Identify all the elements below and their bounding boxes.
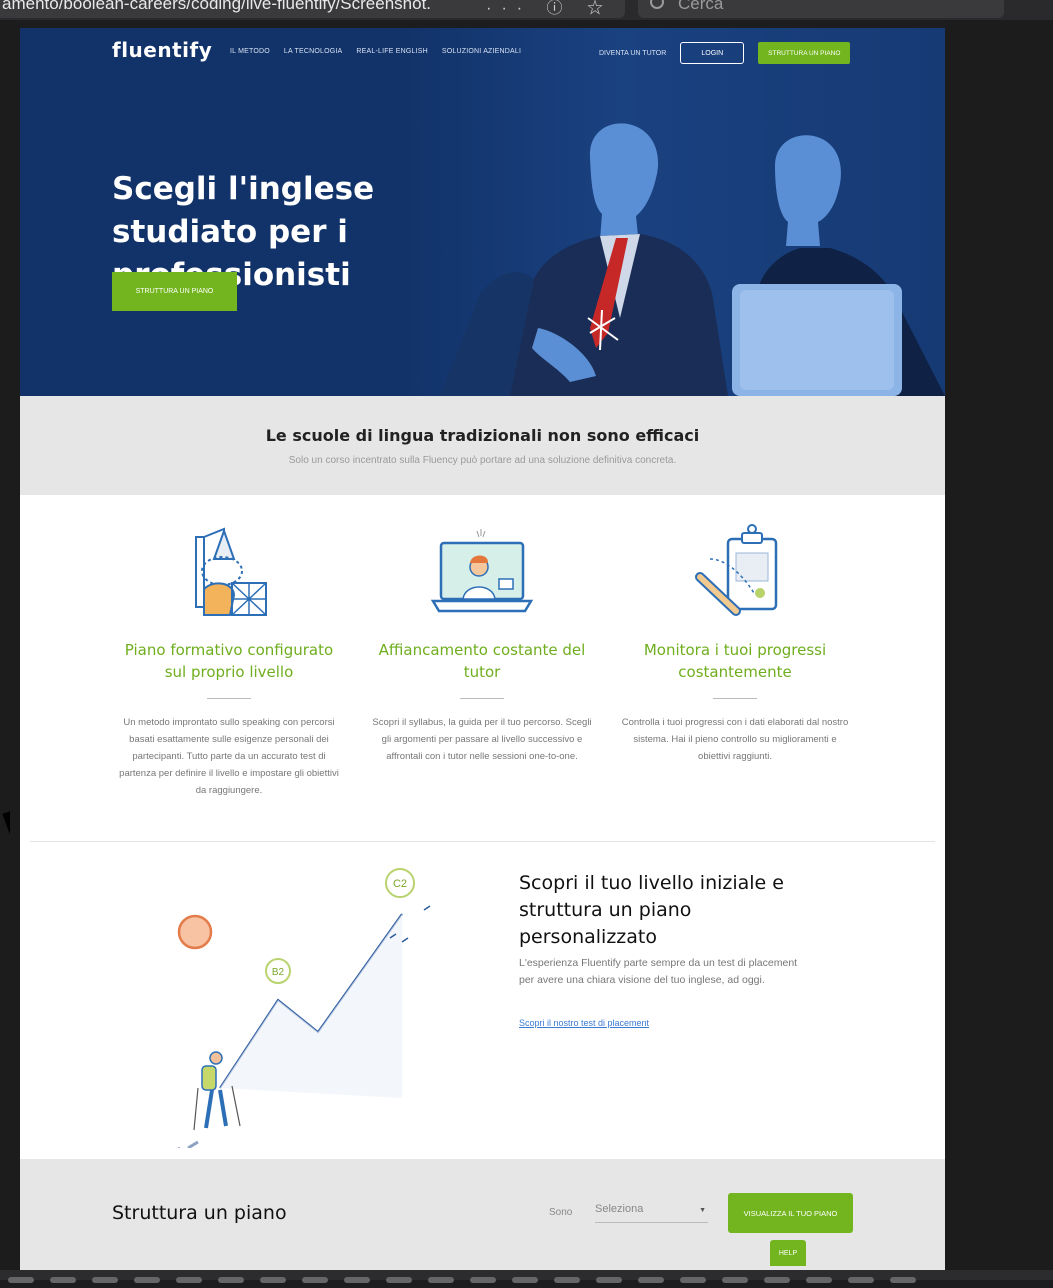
sono-label: Sono (549, 1207, 573, 1218)
scaffold-icon (195, 527, 267, 616)
right-gutter (945, 20, 1053, 1270)
level-title: Scopri il tuo livello iniziale e struttu… (519, 872, 784, 948)
mountain-climb-illustration: B2 C2 (177, 868, 431, 1148)
nav-item-tecnologia[interactable]: LA TECNOLOGIA (284, 48, 343, 55)
badge-b2: B2 (272, 967, 285, 978)
search-icon (650, 0, 664, 9)
placement-test-link[interactable]: Scopri il nostro test di placement (519, 1018, 649, 1028)
browser-toolbar: amento/boolean-careers/coding/live-fluen… (0, 0, 1053, 20)
nav-item-metodo[interactable]: IL METODO (230, 48, 270, 55)
login-button[interactable]: LOGIN (680, 42, 745, 64)
role-select-value: Seleziona (595, 1203, 644, 1215)
address-url: amento/boolean-careers/coding/live-fluen… (2, 0, 432, 13)
section-divider (30, 841, 935, 842)
hero-plan-button[interactable]: STRUTTURA UN PIANO (112, 272, 237, 311)
intro-section: Le scuole di lingua tradizionali non son… (20, 396, 945, 495)
features-section: Piano formativo configurato sul proprio … (20, 495, 945, 840)
feature-divider (460, 698, 504, 699)
feature-divider (713, 698, 757, 699)
nav-item-soluzioni-aziendali[interactable]: SOLUZIONI AZIENDALI (442, 48, 521, 55)
feature-description: Controlla i tuoi progressi con i dati el… (621, 717, 849, 762)
plan-title: Struttura un piano (112, 1202, 287, 1224)
intro-title: Le scuole di lingua tradizionali non son… (265, 426, 700, 445)
help-button[interactable]: HELP (770, 1240, 806, 1266)
hero-section: fluentify IL METODO LA TECNOLOGIA REAL-L… (20, 28, 945, 396)
feature-title: Monitora i tuoi progressi costantemente (643, 641, 827, 681)
laptop-video-call-icon (430, 529, 534, 613)
nav-item-real-life-english[interactable]: REAL-LIFE ENGLISH (356, 48, 427, 55)
hero-businessmen-image (440, 123, 945, 396)
fluentify-logo[interactable]: fluentify (112, 38, 212, 62)
browser-search-input[interactable]: Cerca (638, 0, 1004, 18)
role-select[interactable]: Seleziona ▼ (595, 1203, 708, 1223)
view-plan-button[interactable]: VISUALIZZA IL TUO PIANO (728, 1193, 853, 1233)
chevron-down-icon: ▼ (699, 1207, 706, 1214)
feature-title: Affiancamento costante del tutor (378, 641, 586, 681)
badge-c2: C2 (393, 878, 407, 890)
feature-description: Un metodo improntato sullo speaking con … (119, 717, 339, 796)
header-plan-button[interactable]: STRUTTURA UN PIANO (758, 42, 851, 64)
clipboard-progress-icon (695, 524, 778, 616)
address-bar[interactable]: amento/boolean-careers/coding/live-fluen… (0, 0, 625, 18)
macos-dock (0, 1270, 1053, 1283)
webpage: fluentify IL METODO LA TECNOLOGIA REAL-L… (20, 28, 945, 1270)
feature-divider (207, 698, 251, 699)
feature-description: Scopri il syllabus, la guida per il tuo … (372, 717, 592, 762)
level-description: L'esperienza Fluentify parte sempre da u… (519, 957, 798, 986)
browser-search-placeholder: Cerca (678, 0, 724, 13)
main-nav: IL METODO LA TECNOLOGIA REAL-LIFE ENGLIS… (230, 48, 521, 55)
left-gutter (0, 20, 20, 1270)
address-bar-icons[interactable]: ··· ⓘ ☆ (486, 0, 613, 18)
become-tutor-link[interactable]: DIVENTA UN TUTOR (599, 50, 666, 57)
feature-title: Piano formativo configurato sul proprio … (124, 641, 334, 681)
header-actions: DIVENTA UN TUTOR LOGIN STRUTTURA UN PIAN… (599, 42, 851, 64)
plan-section: Struttura un piano Sono Seleziona ▼ VISU… (20, 1159, 945, 1270)
intro-subtitle: Solo un corso incentrato sulla Fluency p… (288, 455, 677, 466)
